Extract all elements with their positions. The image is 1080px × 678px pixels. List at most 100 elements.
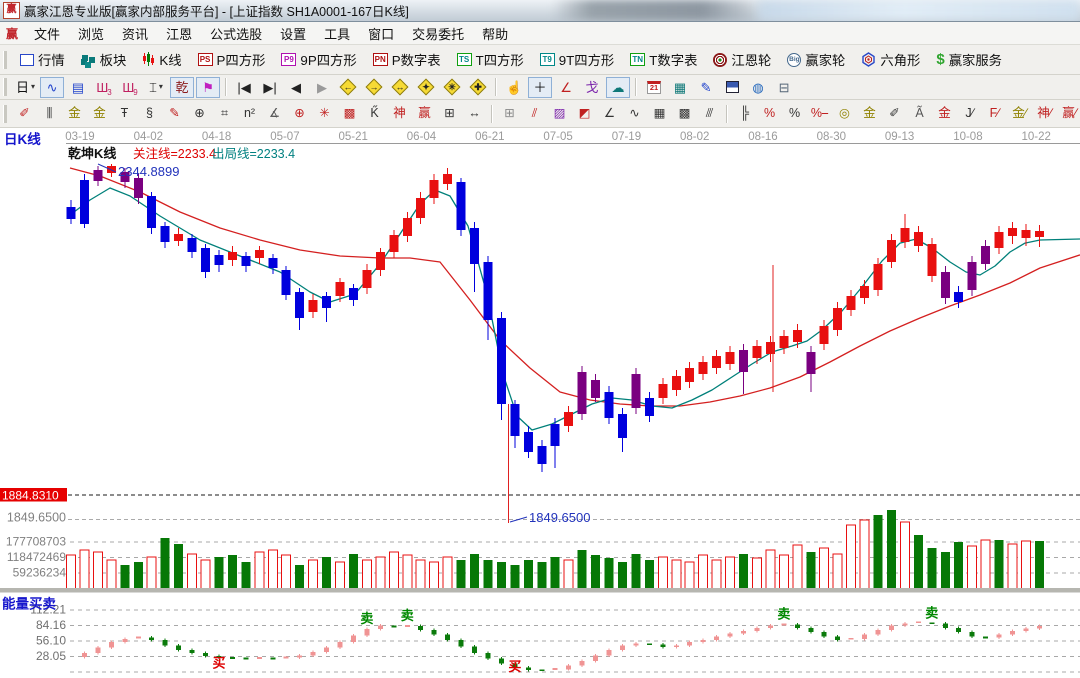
menu-item-tools[interactable]: 工具 xyxy=(315,22,359,45)
f-angle-button[interactable]: F∕ xyxy=(983,103,1006,125)
gold-gauge-2-button[interactable]: 金 xyxy=(88,103,111,125)
p-number-table-button[interactable]: PNP数字表 xyxy=(366,47,448,72)
zoom-horizontal-button[interactable]: ↔ xyxy=(388,77,412,98)
ink-pen-button[interactable]: ✐ xyxy=(883,103,906,125)
zoom-all-button[interactable]: ✚ xyxy=(466,77,490,98)
pan-right-button[interactable]: → xyxy=(362,77,386,98)
menu-item-trade-order[interactable]: 交易委托 xyxy=(403,22,473,45)
ying-tool-button[interactable]: 赢 xyxy=(413,103,436,125)
pen-tool-button[interactable]: ✐ xyxy=(13,103,36,125)
gold-circle-button[interactable]: ◎ xyxy=(833,103,856,125)
candle-type-selector-button[interactable]: ⌶▾ xyxy=(144,77,168,98)
t-number-table-button[interactable]: TNT数字表 xyxy=(623,47,704,72)
toolbar-grip[interactable] xyxy=(3,51,7,69)
pan-hand-tool-button[interactable]: ☝ xyxy=(502,77,526,98)
nine-bar-cycle-button[interactable]: Ш9 xyxy=(118,77,142,98)
winner-wheel-button[interactable]: Big赢家轮 xyxy=(780,47,852,72)
wave-tool-button[interactable]: ∿ xyxy=(623,103,646,125)
shen-tool-button[interactable]: 神 xyxy=(388,103,411,125)
signal-flag-toggle-button[interactable]: ⚑ xyxy=(196,77,220,98)
kline-button[interactable]: K线 xyxy=(135,47,188,72)
volume-bar-down xyxy=(1035,541,1044,590)
chart-canvas[interactable]: 03-1904-0204-1805-0705-2106-0406-2107-05… xyxy=(0,128,1080,678)
winner-service-button[interactable]: $赢家服务 xyxy=(929,47,1009,72)
menu-item-gann[interactable]: 江恩 xyxy=(157,22,201,45)
menu-item-formula-stock-picking[interactable]: 公式选股 xyxy=(201,22,271,45)
menu-item-window[interactable]: 窗口 xyxy=(359,22,403,45)
shen-angle-button[interactable]: 神∕ xyxy=(1033,103,1056,125)
gann-ruler-button[interactable]: ⫼ xyxy=(38,103,61,125)
ray-box-button[interactable]: ◩ xyxy=(573,103,596,125)
panel-splitter[interactable] xyxy=(0,588,1080,593)
menu-item-settings[interactable]: 设置 xyxy=(271,22,315,45)
scale-tool-button[interactable]: ╠ xyxy=(733,103,756,125)
goto-last-button[interactable]: ▶| xyxy=(258,77,282,98)
compress-view-button[interactable]: ✦ xyxy=(414,77,438,98)
gann-circle-button[interactable]: ⊕ xyxy=(188,103,211,125)
toolbar-grip-2[interactable] xyxy=(3,78,7,96)
grid-tool-button[interactable]: ▦ xyxy=(648,103,671,125)
toolbar-grip-3[interactable] xyxy=(3,105,7,123)
j-angle-button[interactable]: J∕ xyxy=(958,103,981,125)
cloud-analysis-tool-button[interactable]: ☁ xyxy=(606,77,630,98)
gold-red-button[interactable]: 金 xyxy=(933,103,956,125)
p-square-button[interactable]: PSP四方形 xyxy=(191,47,273,72)
ruler-123-button[interactable]: ⊞ xyxy=(438,103,461,125)
qiankun-kline-toggle-button[interactable]: 乾 xyxy=(170,77,194,98)
memo-button[interactable]: ✎ xyxy=(694,77,718,98)
k-notation-button[interactable]: K̋ xyxy=(363,103,386,125)
gold-gauge-button[interactable]: 金 xyxy=(63,103,86,125)
menu-item-news[interactable]: 资讯 xyxy=(113,22,157,45)
main-chart-style-button[interactable]: ∿ xyxy=(40,77,64,98)
hexagon-button[interactable]: 六角形 xyxy=(854,47,927,72)
step-back-button[interactable]: ◀ xyxy=(284,77,308,98)
pencil-ruler-button[interactable]: ✎ xyxy=(163,103,186,125)
fan-lines-button[interactable]: ⫽ xyxy=(523,103,546,125)
market-quotes-button[interactable]: 行情 xyxy=(13,47,72,72)
width-measure-button[interactable]: ↔ xyxy=(463,103,486,125)
step-forward-button[interactable]: ▶ xyxy=(310,77,334,98)
calendar-button[interactable]: 21 xyxy=(642,77,666,98)
calculator-button[interactable]: ▦ xyxy=(668,77,692,98)
expand-view-button[interactable]: ✳ xyxy=(440,77,464,98)
gann-wheel-button[interactable]: 江恩轮 xyxy=(706,47,778,72)
crosshair-tool-button[interactable]: ＋ xyxy=(528,77,552,98)
percent-tool-button[interactable]: % xyxy=(783,103,806,125)
hatch-tool-button[interactable]: ⫻ xyxy=(698,103,721,125)
menu-item-file[interactable]: 文件 xyxy=(25,22,69,45)
seal-tool-button[interactable]: 戈 xyxy=(580,77,604,98)
goto-first-button[interactable]: |◀ xyxy=(232,77,256,98)
diagonal-box-button[interactable]: ▨ xyxy=(548,103,571,125)
a-wave-button[interactable]: Ã xyxy=(908,103,931,125)
gold-angle-button[interactable]: 金∕ xyxy=(1008,103,1031,125)
web-link-button[interactable]: ◍ xyxy=(746,77,770,98)
angle-fan-button[interactable]: ∡ xyxy=(263,103,286,125)
percent-line-button[interactable]: %⎯ xyxy=(808,103,831,125)
star-grid-button[interactable]: ✳ xyxy=(313,103,336,125)
three-bar-cycle-button[interactable]: Ш3 xyxy=(92,77,116,98)
spiral-tool-button[interactable]: § xyxy=(138,103,161,125)
trend-angle-button[interactable]: ∠ xyxy=(598,103,621,125)
info-panel-button[interactable]: ▤ xyxy=(66,77,90,98)
ying-angle-button[interactable]: 赢∕ xyxy=(1058,103,1080,125)
frame-tool-button[interactable]: ⊞ xyxy=(498,103,521,125)
percent-strike-button[interactable]: % xyxy=(758,103,781,125)
pan-left-button[interactable]: ← xyxy=(336,77,360,98)
9t-square-button[interactable]: T99T四方形 xyxy=(533,47,622,72)
circle-cross-button[interactable]: ⊕ xyxy=(288,103,311,125)
gann-box-button[interactable]: ▩ xyxy=(338,103,361,125)
sectors-button[interactable]: 板块 xyxy=(74,47,134,72)
tick-ruler-button[interactable]: ⌗ xyxy=(213,103,236,125)
gold-line-button[interactable]: 金 xyxy=(858,103,881,125)
9p-square-button[interactable]: P99P四方形 xyxy=(274,47,363,72)
menu-item-help[interactable]: 帮助 xyxy=(473,22,517,45)
save-button[interactable] xyxy=(720,77,744,98)
menu-item-browse[interactable]: 浏览 xyxy=(69,22,113,45)
t-square-button[interactable]: TST四方形 xyxy=(450,47,531,72)
dense-grid-button[interactable]: ▩ xyxy=(673,103,696,125)
n-square-button[interactable]: n² xyxy=(238,103,261,125)
period-day-selector-button[interactable]: 日▾ xyxy=(13,77,38,98)
print-button[interactable]: ⊟ xyxy=(772,77,796,98)
angle-measure-tool-button[interactable]: ∠ xyxy=(554,77,578,98)
f-gauge-button[interactable]: Ŧ xyxy=(113,103,136,125)
